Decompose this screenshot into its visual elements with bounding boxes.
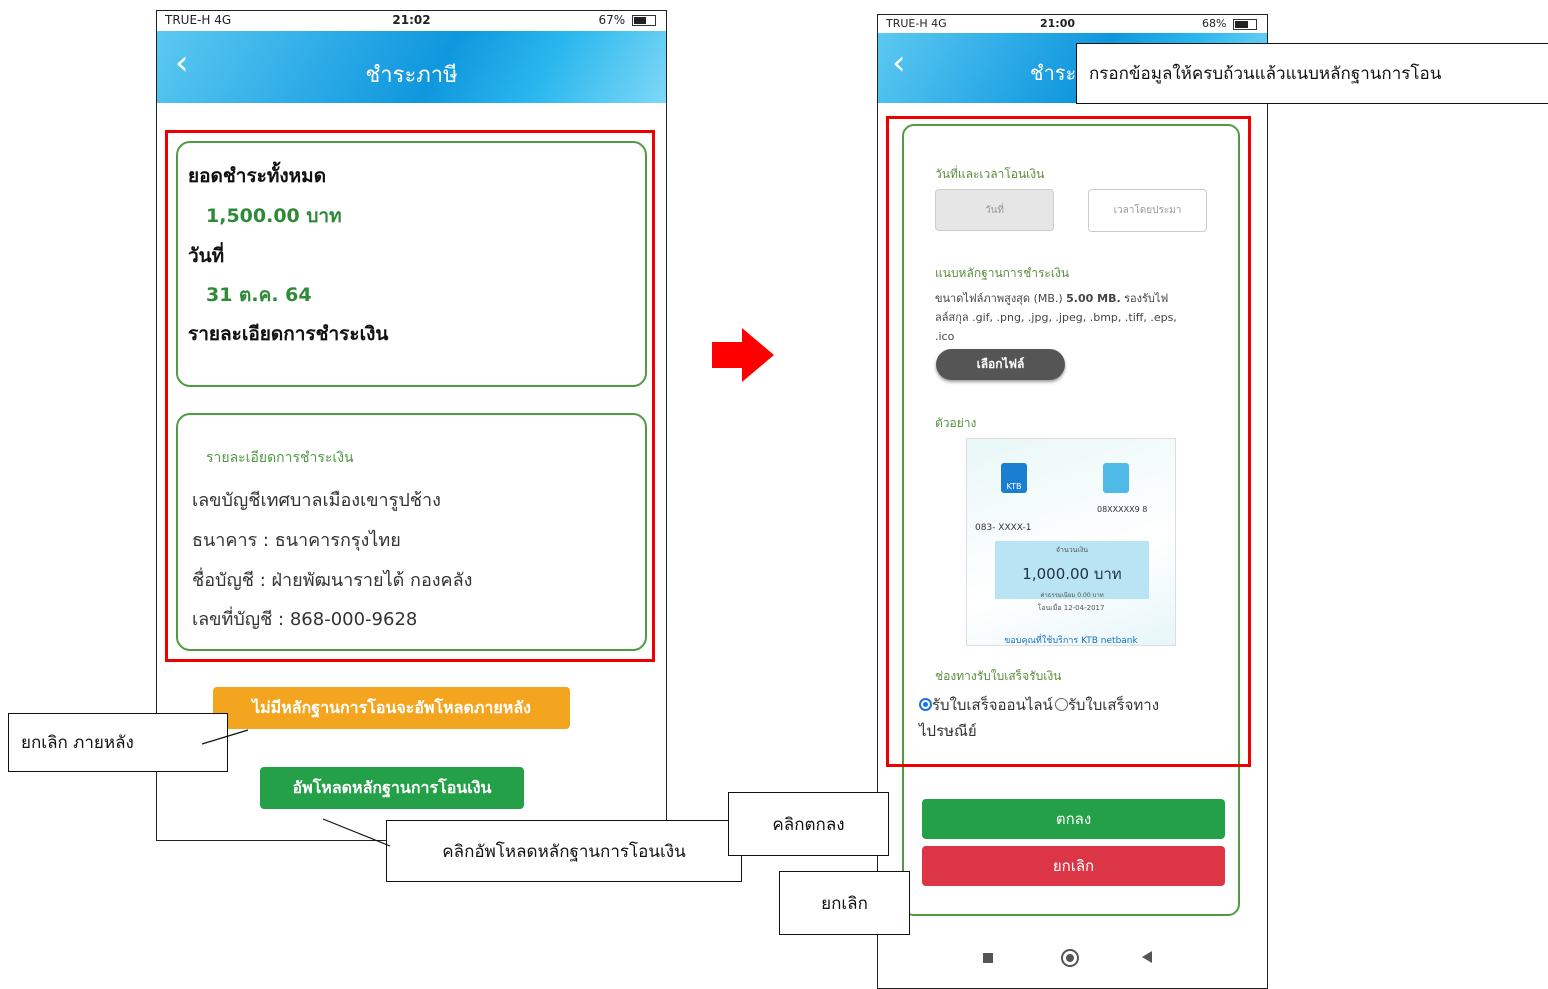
file-note-part-2: รองรับไฟ (1120, 292, 1169, 305)
slip-fee: ค่าธรรมเนียม 0.00 บาท (1040, 592, 1104, 599)
slip-right-account: 08XXXXX9 8 (1097, 505, 1148, 514)
receipt-channel-options: รับใบเสร็จออนไลน์ รับใบเสร็จทาง ไปรษณีย์ (919, 692, 1219, 744)
callout-fill-form-text: กรอกข้อมูลให้ครบถ้วนแล้วแนบหลักฐานการโอน (1089, 64, 1442, 84)
choose-file-button[interactable]: เลือกไฟล์ (936, 349, 1065, 380)
chevron-left-icon-2[interactable]: ‹ (892, 43, 906, 83)
callout-cancel: ยกเลิก (779, 871, 910, 935)
cancel-button[interactable]: ยกเลิก (922, 846, 1225, 886)
callout-click-ok: คลิกตกลง (728, 792, 889, 856)
option-post-label-2: ไปรษณีย์ (919, 722, 977, 740)
option-online-label[interactable]: รับใบเสร็จออนไลน์ (932, 696, 1053, 714)
callout-cancel-text: ยกเลิก (821, 893, 868, 914)
callout-fill-form: กรอกข้อมูลให้ครบถ้วนแล้วแนบหลักฐานการโอน (1076, 43, 1548, 104)
file-note-line-2: ลล์สกุล .gif, .png, .jpg, .jpeg, .bmp, .… (935, 311, 1177, 324)
receipt-channel-label: ช่องทางรับใบเสร็จรับเงิน (935, 669, 1062, 683)
recent-apps-icon[interactable] (983, 953, 993, 963)
callout-click-ok-text: คลิกตกลง (772, 814, 845, 835)
ok-button[interactable]: ตกลง (922, 799, 1225, 839)
back-nav-icon[interactable] (1142, 951, 1152, 963)
radio-post[interactable] (1054, 698, 1068, 711)
slip-left-account: 083- XXXX-1 (975, 523, 1032, 533)
datetime-label: วันที่และเวลาโอนเงิน (935, 167, 1045, 181)
example-slip-image: KTB 083- XXXX-1 08XXXXX9 8 จำนวนเงิน 1,0… (966, 438, 1176, 646)
page-title-partial: ชำระ (1030, 61, 1077, 85)
ktb-logo: KTB (1001, 463, 1027, 493)
date-input[interactable]: วันที่ (935, 189, 1054, 231)
battery-indicator-2: 68% (1202, 17, 1257, 30)
battery-icon-2 (1233, 18, 1257, 30)
time-input[interactable]: เวลาโดยประมา (1088, 189, 1207, 232)
radio-online[interactable] (919, 698, 932, 711)
file-note-line-1: ขนาดไฟล์ภาพสูงสุด (MB.) 5.00 MB. รองรับไ… (935, 289, 1205, 308)
file-requirements-note: ขนาดไฟล์ภาพสูงสุด (MB.) 5.00 MB. รองรับไ… (935, 289, 1205, 346)
slip-date: โอนเมื่อ 12-04-2017 (1037, 604, 1105, 612)
android-nav-bar (878, 932, 1267, 982)
file-note-part-1: ขนาดไฟล์ภาพสูงสุด (MB.) (935, 292, 1067, 305)
pay-logo (1103, 463, 1129, 493)
right-arrow-icon (712, 328, 774, 382)
file-note-size: 5.00 MB. (1066, 292, 1121, 305)
example-label: ตัวอย่าง (935, 416, 977, 430)
home-icon[interactable] (1061, 949, 1079, 967)
slip-amount: 1,000.00 บาท (1022, 565, 1122, 583)
option-post-label[interactable]: รับใบเสร็จทาง (1068, 696, 1159, 714)
file-note-line-3: .ico (935, 330, 955, 343)
slip-amount-box: จำนวนเงิน 1,000.00 บาท ค่าธรรมเนียม 0.00… (995, 541, 1149, 599)
slip-amount-label: จำนวนเงิน (1055, 546, 1089, 554)
attach-label: แนบหลักฐานการชำระเงิน (935, 266, 1070, 280)
slip-footer: ขอบคุณที่ใช้บริการ KTB netbank (1004, 636, 1138, 646)
status-bar-2: TRUE-H 4G 21:00 68% (878, 15, 1267, 34)
battery-percent-2: 68% (1202, 17, 1227, 30)
